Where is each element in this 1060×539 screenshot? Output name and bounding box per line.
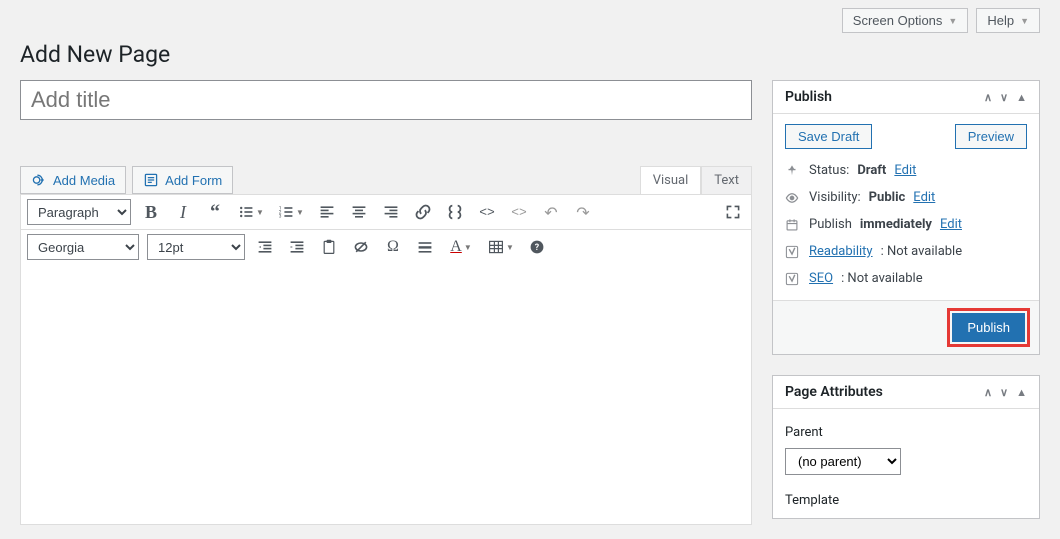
page-attributes-title: Page Attributes <box>785 384 883 400</box>
preview-button[interactable]: Preview <box>955 124 1027 149</box>
yoast-icon <box>785 245 801 259</box>
toolbar-row-2: Georgia 12pt Ω A▼ ▼ ? <box>21 230 751 264</box>
schedule-value: immediately <box>860 217 932 232</box>
clear-format-icon[interactable] <box>349 235 373 259</box>
visibility-label: Visibility: <box>809 190 861 205</box>
editor-tabs: Visual Text <box>640 166 752 194</box>
eye-icon <box>785 191 801 205</box>
table-icon[interactable]: ▼ <box>485 235 517 259</box>
page-attributes-box: Page Attributes ∧ ∨ ▲ Parent (no parent)… <box>772 375 1040 519</box>
shortcode-icon[interactable] <box>443 200 467 224</box>
yoast-icon <box>785 272 801 286</box>
title-input[interactable] <box>20 80 752 120</box>
parent-label: Parent <box>785 425 1027 440</box>
readability-link[interactable]: Readability <box>809 244 873 259</box>
page-title: Add New Page <box>20 41 1040 80</box>
edit-status-link[interactable]: Edit <box>894 163 916 178</box>
italic-icon[interactable]: I <box>171 200 195 224</box>
template-label: Template <box>785 493 1027 508</box>
bold-icon[interactable]: B <box>139 200 163 224</box>
redo-icon[interactable]: ↷ <box>571 200 595 224</box>
add-media-label: Add Media <box>53 173 115 188</box>
publish-box: Publish ∧ ∨ ▲ Save Draft Preview Status: <box>772 80 1040 355</box>
help-label: Help <box>987 13 1014 28</box>
format-select[interactable]: Paragraph <box>27 199 131 225</box>
tab-text[interactable]: Text <box>701 166 752 194</box>
calendar-icon <box>785 218 801 232</box>
seo-link[interactable]: SEO <box>809 271 833 286</box>
editor: Paragraph B I “ ▼ 123▼ <> <> ↶ ↷ <box>20 194 752 525</box>
add-form-label: Add Form <box>165 173 222 188</box>
tab-visual[interactable]: Visual <box>640 166 702 194</box>
undo-icon[interactable]: ↶ <box>539 200 563 224</box>
hr-icon[interactable] <box>413 235 437 259</box>
toolbar-row-1: Paragraph B I “ ▼ 123▼ <> <> ↶ ↷ <box>21 195 751 230</box>
align-right-icon[interactable] <box>379 200 403 224</box>
form-icon <box>143 172 159 188</box>
align-left-icon[interactable] <box>315 200 339 224</box>
special-char-icon[interactable]: Ω <box>381 235 405 259</box>
svg-text:3: 3 <box>279 214 282 220</box>
edit-visibility-link[interactable]: Edit <box>913 190 935 205</box>
move-down-icon[interactable]: ∨ <box>1000 91 1008 104</box>
fullscreen-icon[interactable] <box>721 200 745 224</box>
numbered-list-icon[interactable]: 123▼ <box>275 200 307 224</box>
edit-schedule-link[interactable]: Edit <box>940 217 962 232</box>
status-value: Draft <box>857 163 886 178</box>
fontsize-select[interactable]: 12pt <box>147 234 245 260</box>
link-icon[interactable] <box>411 200 435 224</box>
caret-down-icon: ▼ <box>1020 16 1029 26</box>
bullet-list-icon[interactable]: ▼ <box>235 200 267 224</box>
outdent-icon[interactable] <box>253 235 277 259</box>
text-color-icon[interactable]: A▼ <box>445 235 477 259</box>
move-down-icon[interactable]: ∨ <box>1000 386 1008 399</box>
font-select[interactable]: Georgia <box>27 234 139 260</box>
help-icon[interactable]: ? <box>525 235 549 259</box>
indent-icon[interactable] <box>285 235 309 259</box>
publish-highlight: Publish <box>950 311 1027 344</box>
status-label: Status: <box>809 163 849 178</box>
sidebar-column: Publish ∧ ∨ ▲ Save Draft Preview Status: <box>772 80 1040 539</box>
move-up-icon[interactable]: ∧ <box>984 91 992 104</box>
media-icon <box>31 172 47 188</box>
editor-body[interactable] <box>21 264 751 524</box>
add-media-button[interactable]: Add Media <box>20 166 126 194</box>
collapse-icon[interactable]: ▲ <box>1016 91 1027 104</box>
blockquote-icon[interactable]: “ <box>203 200 227 224</box>
caret-down-icon: ▼ <box>948 16 957 26</box>
schedule-label: Publish <box>809 217 852 232</box>
main-column: Add Media Add Form Visual Text Paragraph… <box>20 80 752 525</box>
add-form-button[interactable]: Add Form <box>132 166 233 194</box>
screen-options-label: Screen Options <box>853 13 943 28</box>
paste-icon[interactable] <box>317 235 341 259</box>
visibility-value: Public <box>869 190 906 205</box>
parent-select[interactable]: (no parent) <box>785 448 901 475</box>
pin-icon <box>785 164 801 178</box>
screen-options-button[interactable]: Screen Options ▼ <box>842 8 969 33</box>
svg-text:?: ? <box>535 243 540 253</box>
source-icon[interactable]: <> <box>507 200 531 224</box>
collapse-icon[interactable]: ▲ <box>1016 386 1027 399</box>
publish-box-title: Publish <box>785 89 832 105</box>
align-center-icon[interactable] <box>347 200 371 224</box>
code-icon[interactable]: <> <box>475 200 499 224</box>
seo-value: : Not available <box>841 271 923 286</box>
top-bar: Screen Options ▼ Help ▼ <box>20 0 1040 41</box>
readability-value: : Not available <box>881 244 963 259</box>
save-draft-button[interactable]: Save Draft <box>785 124 872 149</box>
move-up-icon[interactable]: ∧ <box>984 386 992 399</box>
help-button[interactable]: Help ▼ <box>976 8 1040 33</box>
publish-button[interactable]: Publish <box>952 313 1025 342</box>
